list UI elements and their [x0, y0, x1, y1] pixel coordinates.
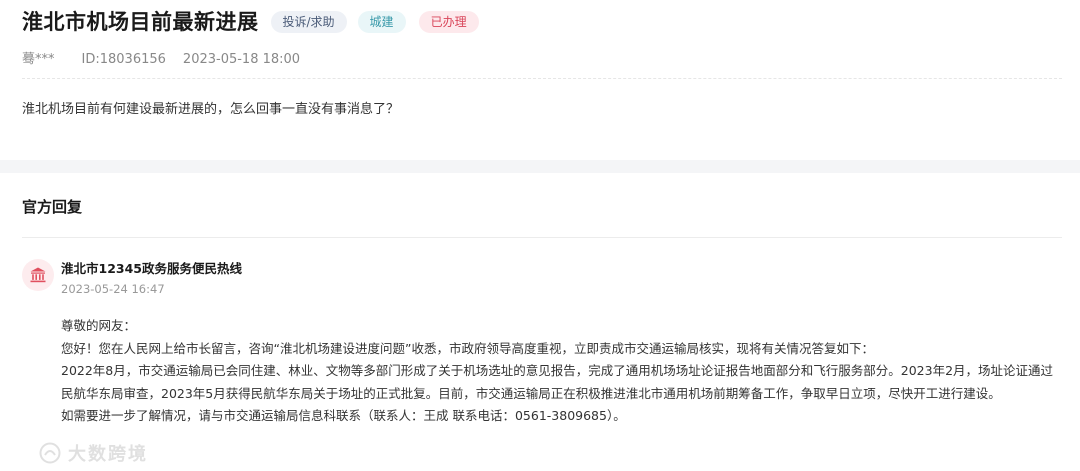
- type-tag[interactable]: 投诉/求助: [270, 11, 347, 33]
- section-separator: [0, 160, 1080, 173]
- status-badge: 已办理: [418, 11, 479, 33]
- title-row: 淮北市机场目前最新进展 投诉/求助 城建 已办理: [22, 8, 479, 36]
- reply-paragraph: 2022年8月，市交通运输局已会同住建、林业、文物等多部门形成了关于机场选址的意…: [61, 363, 1054, 401]
- reply-divider: [22, 237, 1062, 238]
- post-content: 淮北机场目前有何建设最新进展的，怎么回事一直没有事消息了？: [22, 102, 400, 117]
- post-title: 淮北市机场目前最新进展: [22, 10, 259, 34]
- author-name: 蓦***: [22, 52, 55, 67]
- reply-greeting: 尊敬的网友：: [61, 318, 137, 333]
- post-datetime: 2023-05-18 18:00: [182, 52, 301, 67]
- watermark: 大数跨境: [38, 438, 148, 468]
- post-card: 淮北市机场目前最新进展 投诉/求助 城建 已办理 蓦*** ID:18036156…: [0, 0, 1080, 160]
- reply-paragraph: 您好！您在人民网上给市长留言，咨询“淮北机场建设进度问题”收悉，市政府领导高度重…: [61, 340, 874, 356]
- reply-organization: 淮北市12345政务服务便民热线: [61, 261, 242, 276]
- watermark-logo-icon: [39, 442, 61, 464]
- reply-body: 尊敬的网友： 您好！您在人民网上给市长留言，咨询“淮北机场建设进度问题”收悉，市…: [61, 315, 1061, 428]
- post-id: ID:18036156: [81, 52, 166, 67]
- reply-section-heading: 官方回复: [22, 198, 83, 216]
- post-meta: 蓦*** ID:18036156 2023-05-18 18:00: [22, 51, 317, 69]
- watermark-text: 大数跨境: [68, 444, 148, 465]
- meta-divider: [22, 78, 1062, 79]
- reply-datetime: 2023-05-24 16:47: [61, 282, 165, 296]
- reply-paragraph: 如需要进一步了解情况，请与市交通运输局信息科联系（联系人：王成 联系电话：056…: [61, 408, 626, 423]
- government-building-icon: [22, 259, 54, 291]
- category-tag[interactable]: 城建: [357, 11, 406, 33]
